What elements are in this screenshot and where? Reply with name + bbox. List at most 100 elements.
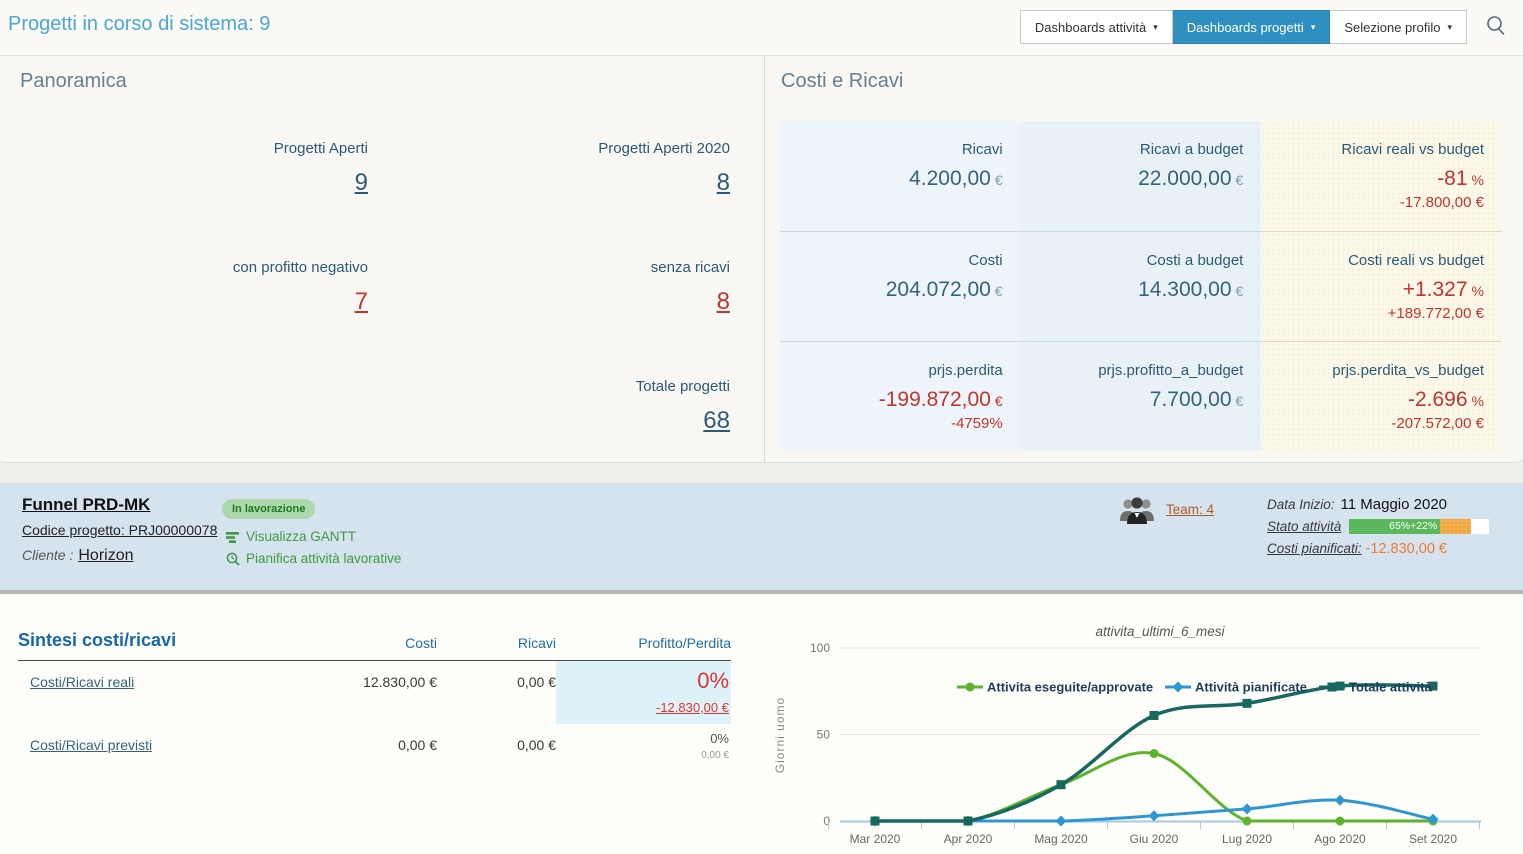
kpi-label: Costi a budget <box>1039 252 1244 269</box>
stat-value-link[interactable]: 8 <box>717 288 730 316</box>
kpi-label: Ricavi <box>798 141 1003 158</box>
progress-green-segment: 65%+22% <box>1349 519 1440 534</box>
kpi-unit: € <box>995 172 1003 188</box>
data-point-square <box>964 817 973 826</box>
kpi-value: -199.872,00 <box>879 388 991 411</box>
project-meta: Data Inizio:11 Maggio 2020 Stato attivit… <box>1267 496 1489 562</box>
planned-costs-label: Costi pianificati: <box>1267 541 1362 556</box>
search-icon <box>1483 13 1509 39</box>
kpi-label: Costi <box>798 252 1003 269</box>
costi-ricavi-grid: Ricavi4.200,00€Ricavi a budget22.000,00€… <box>780 121 1502 451</box>
data-point-circle <box>1243 817 1252 826</box>
search-button[interactable] <box>1483 13 1509 44</box>
y-tick-label: 50 <box>817 728 831 742</box>
data-point-square <box>1150 711 1159 720</box>
cell-costi: 0,00 € <box>300 724 437 753</box>
data-point-square <box>1057 780 1066 789</box>
y-tick-label: 100 <box>810 641 830 655</box>
costi-ricavi-title: Costi e Ricavi <box>781 70 903 93</box>
legend-item: Attività pianificate <box>1165 680 1307 695</box>
nav-button-dashboards-progetti[interactable]: Dashboards progetti ▾ <box>1173 10 1331 44</box>
status-badge: In lavorazione <box>222 499 315 519</box>
x-tick-label: Mar 2020 <box>850 832 901 846</box>
kpi-label: prjs.perdita_vs_budget <box>1279 362 1484 379</box>
data-point-square <box>871 817 880 826</box>
kpi-value: 204.072,00 <box>886 278 991 301</box>
legend-label: Attività pianificate <box>1195 680 1307 695</box>
view-gantt-link[interactable]: Visualizza GANTT <box>226 529 356 544</box>
kpi-label: Ricavi a budget <box>1039 141 1244 158</box>
panoramica-title: Panoramica <box>20 70 127 93</box>
x-tick-label: Set 2020 <box>1409 832 1457 846</box>
dashboard-button-group: Dashboards attività ▾ Dashboards progetti ▾… <box>1020 10 1467 44</box>
stat-totale-progetti: Totale progetti68 <box>382 378 730 435</box>
kpi-subvalue: -207.572,00 € <box>1279 415 1484 432</box>
data-point-square <box>1328 683 1337 692</box>
project-client: Cliente :Horizon <box>22 547 134 565</box>
project-summary-bar: Funnel PRD-MK Codice progetto: PRJ000000… <box>0 483 1523 594</box>
x-tick-label: Lug 2020 <box>1222 832 1272 846</box>
chart-ylabel: Giorni uomo <box>773 697 787 773</box>
data-point-diamond <box>1173 682 1184 693</box>
chevron-down-icon: ▾ <box>1311 23 1316 32</box>
kpi-unit: € <box>995 283 1003 299</box>
kpi-cell-ricavi-a-budget: Ricavi a budget22.000,00€ <box>1021 121 1262 231</box>
plan-activities-label: Pianifica attività lavorative <box>246 551 401 566</box>
nav-button-selezione-profilo[interactable]: Selezione profilo ▾ <box>1330 10 1467 44</box>
kpi-value: -2.696 <box>1408 388 1468 411</box>
kpi-label: Costi reali vs budget <box>1279 252 1484 269</box>
chevron-down-icon: ▾ <box>1153 23 1158 32</box>
data-point-diamond <box>1242 803 1253 814</box>
nav-button-label: Selezione profilo <box>1344 20 1440 35</box>
stat-value-link[interactable]: 8 <box>717 169 730 197</box>
stat-label: Progetti Aperti <box>20 140 368 157</box>
planned-costs-row: Costi pianificati:-12.830,00 € <box>1267 540 1489 561</box>
profit-percent: 0% <box>558 731 729 746</box>
table-row: Costi/Ricavi previsti0,00 €0,00 €0%0,00 … <box>18 724 731 770</box>
kpi-value: 4.200,00 <box>909 167 991 190</box>
kpi-unit: % <box>1472 393 1484 409</box>
legend-item: Attivita eseguite/approvate <box>957 680 1153 695</box>
client-name-link[interactable]: Horizon <box>78 547 133 564</box>
overview-section: Panoramica Progetti Aperti 9 Progetti Aper… <box>0 56 1523 463</box>
plan-activities-link[interactable]: Pianifica attività lavorative <box>226 551 401 566</box>
table-row-label-link[interactable]: Costi/Ricavi previsti <box>18 724 300 753</box>
team-link[interactable]: Team: 4 <box>1166 502 1214 517</box>
profit-value-link[interactable]: -12.830,00 € <box>558 700 729 715</box>
sintesi-header-row: Sintesi costi/ricavi Costi Ricavi Profit… <box>18 630 731 661</box>
data-point-diamond <box>1056 816 1067 827</box>
legend-label: Attivita eseguite/approvate <box>987 680 1153 695</box>
nav-button-dashboards-attivit-[interactable]: Dashboards attività ▾ <box>1020 10 1173 44</box>
stat-label: Progetti Aperti 2020 <box>382 140 730 157</box>
stat-label: con profitto negativo <box>20 259 368 276</box>
kpi-unit: € <box>1236 283 1244 299</box>
data-point-square <box>1243 699 1252 708</box>
kpi-cell-costi-a-budget: Costi a budget 14.300,00 € <box>1021 231 1262 341</box>
cell-ricavi: 0,00 € <box>437 724 556 753</box>
project-name-link[interactable]: Funnel PRD-MK <box>22 495 150 515</box>
sintesi-title: Sintesi costi/ricavi <box>18 630 300 651</box>
kpi-unit: € <box>995 393 1003 409</box>
nav-button-label: Dashboards progetti <box>1187 20 1304 35</box>
table-row-label-link[interactable]: Costi/Ricavi reali <box>18 661 300 690</box>
activity-status-row: Stato attività65%+22% <box>1267 518 1489 539</box>
data-point-diamond <box>1335 795 1346 806</box>
kpi-subvalue: +189.772,00 € <box>1279 305 1484 322</box>
column-header-costi: Costi <box>300 635 437 651</box>
stat-value-link[interactable]: 68 <box>703 407 730 435</box>
profit-value: 0,00 € <box>558 750 729 761</box>
x-tick-label: Mag 2020 <box>1034 832 1088 846</box>
nav-button-label: Dashboards attività <box>1035 20 1146 35</box>
kpi-cell-prjs-perdita: prjs.perdita-199.872,00€-4759% <box>780 341 1021 451</box>
kpi-value: 14.300,00 <box>1138 278 1231 301</box>
kpi-cell-ricavi-reali-vs-budget: Ricavi reali vs budget-81%-17.800,00 € <box>1261 121 1502 231</box>
data-point-diamond <box>1149 810 1160 821</box>
cell-ricavi: 0,00 € <box>437 661 556 690</box>
chevron-down-icon: ▾ <box>1447 23 1452 32</box>
profit-percent: 0% <box>558 668 729 694</box>
start-date-label: Data Inizio: <box>1267 497 1335 512</box>
table-row: Costi/Ricavi reali12.830,00 €0,00 €0%-12… <box>18 661 731 724</box>
stat-value-link[interactable]: 9 <box>355 169 368 197</box>
kpi-cell-prjs-perdita-vs-budget: prjs.perdita_vs_budget -2.696% -207.572,00… <box>1261 341 1502 451</box>
stat-value-link[interactable]: 7 <box>355 288 368 316</box>
